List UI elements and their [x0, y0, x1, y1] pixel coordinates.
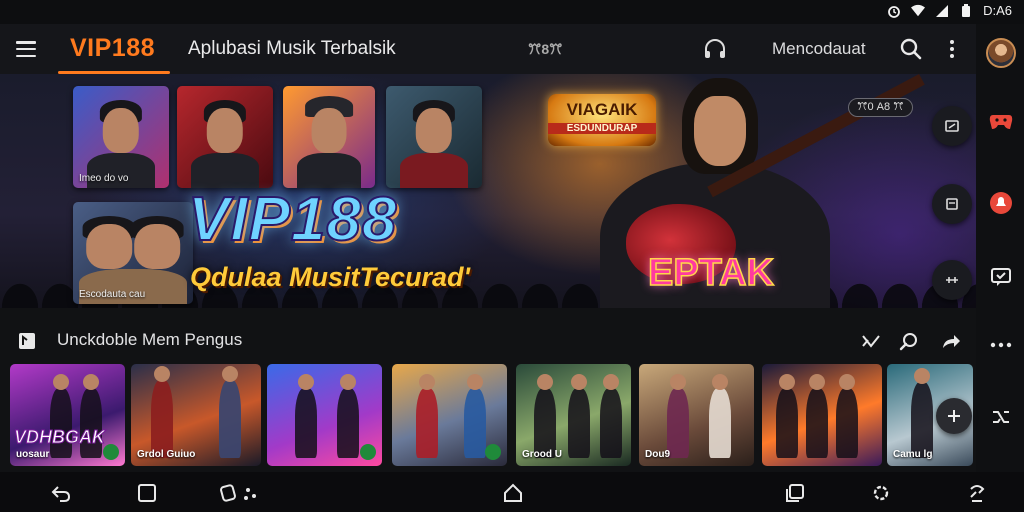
add-button[interactable]	[936, 398, 972, 434]
app-logo[interactable]: VIP188	[70, 34, 155, 63]
chat-button[interactable]	[988, 264, 1014, 290]
back-icon	[51, 486, 71, 502]
artist-thumb[interactable]	[386, 86, 482, 188]
equalizer-button[interactable]	[932, 260, 972, 300]
artist-thumb[interactable]	[177, 86, 273, 188]
card-label: Grdol Guiuo	[137, 449, 196, 460]
bell-icon	[990, 192, 1012, 214]
shuffle-button[interactable]	[860, 330, 882, 352]
card-label: uosaur	[16, 449, 50, 460]
artist-thumb[interactable]: Escodauta cau	[73, 202, 193, 304]
thumb-label: Escodauta cau	[79, 289, 146, 300]
notification-button[interactable]	[988, 190, 1014, 216]
card-row: VDHBGAK uosaur Grdol Guiuo Grood U Dou9 …	[10, 364, 976, 468]
hero-subtitle: Qdulaa MusitTecurad'	[190, 262, 470, 292]
play-icon[interactable]	[360, 444, 376, 460]
gamepad-button[interactable]	[988, 108, 1014, 134]
battery-icon	[959, 3, 973, 18]
menu-icon	[16, 41, 36, 44]
queue-icon	[946, 198, 958, 210]
music-card[interactable]: Dou9	[639, 364, 754, 466]
shuffle-icon	[862, 335, 880, 348]
search-icon	[900, 38, 922, 60]
status-bar: D:A6	[0, 0, 1024, 24]
more-vertical-icon	[950, 40, 954, 58]
home-button[interactable]	[502, 482, 524, 504]
section-title: Unckdoble Mem Pengus	[57, 330, 243, 349]
music-card[interactable]: Grdol Guiuo	[131, 364, 261, 466]
grid-button[interactable]	[988, 404, 1014, 430]
refresh-icon	[970, 485, 985, 502]
more-horizontal-button[interactable]	[988, 332, 1014, 358]
share-button[interactable]	[940, 330, 962, 352]
home-icon	[504, 483, 522, 502]
play-icon[interactable]	[103, 444, 119, 460]
page-title: Aplubasi Musik Terbalsik	[188, 38, 396, 59]
signal-icon	[935, 4, 949, 18]
music-card[interactable]	[392, 364, 507, 466]
search-button[interactable]	[899, 37, 923, 61]
music-card[interactable]	[267, 364, 382, 466]
more-horizontal-icon	[990, 342, 1012, 348]
status-time: D:A6	[983, 3, 1012, 18]
corner-tag[interactable]: ꔫ0 A8 ꔫ	[848, 98, 913, 117]
rotate-button[interactable]	[966, 482, 988, 504]
right-rail	[976, 24, 1024, 472]
cast-button[interactable]	[932, 106, 972, 146]
app-bar: VIP188 Aplubasi Musik Terbalsik ꔫ8ꔫ Menc…	[0, 24, 976, 74]
hero-tag: EPTAK	[647, 251, 774, 295]
music-card[interactable]	[762, 364, 882, 466]
gamepad-icon	[989, 115, 1013, 129]
wifi-icon	[911, 4, 926, 18]
recents-icon	[138, 484, 156, 502]
card-title: VDHBGAK	[13, 427, 106, 448]
avatar[interactable]	[986, 38, 1016, 68]
hero-title: VIP188	[187, 184, 398, 255]
music-card[interactable]: VDHBGAK uosaur	[10, 364, 125, 466]
more-options-button[interactable]	[940, 37, 964, 61]
center-mark: ꔫ8ꔫ	[528, 41, 563, 57]
library-icon	[18, 332, 36, 350]
hero-banner[interactable]: Imeo do vo Escodauta cau VIP188 Qdulaa M…	[0, 74, 976, 308]
menu-button[interactable]	[14, 38, 38, 60]
assistant-icon	[220, 484, 256, 502]
chat-icon	[991, 268, 1011, 286]
alarm-icon	[887, 4, 901, 18]
back-button[interactable]	[50, 482, 72, 504]
artist-thumb[interactable]: Imeo do vo	[73, 86, 169, 188]
search-section-button[interactable]	[898, 330, 920, 352]
music-card[interactable]: Grood U	[516, 364, 631, 466]
equalizer-icon	[946, 277, 958, 283]
assistant-button[interactable]	[220, 482, 260, 504]
status-icons: D:A6	[887, 3, 1012, 18]
copy-button[interactable]	[784, 482, 806, 504]
user-name[interactable]: Mencodauat	[772, 39, 866, 59]
card-label: Camu lg	[893, 449, 933, 460]
share-icon	[943, 335, 960, 348]
card-label: Dou9	[645, 449, 670, 460]
gear-icon	[873, 485, 889, 501]
section-header: Unckdoble Mem Pengus	[0, 320, 976, 360]
headphones-icon[interactable]	[703, 39, 727, 59]
artist-thumb[interactable]	[283, 86, 375, 188]
play-icon[interactable]	[485, 444, 501, 460]
add-icon	[948, 410, 960, 422]
thumb-label: Imeo do vo	[79, 173, 129, 184]
search-icon	[899, 333, 917, 351]
system-nav-bar	[0, 472, 1024, 512]
settings-button[interactable]	[870, 482, 892, 504]
card-label: Grood U	[522, 449, 562, 460]
shuffle-icon	[993, 411, 1009, 423]
queue-button[interactable]	[932, 184, 972, 224]
recents-button[interactable]	[136, 482, 158, 504]
cast-icon	[945, 120, 959, 132]
copy-icon	[786, 484, 804, 502]
